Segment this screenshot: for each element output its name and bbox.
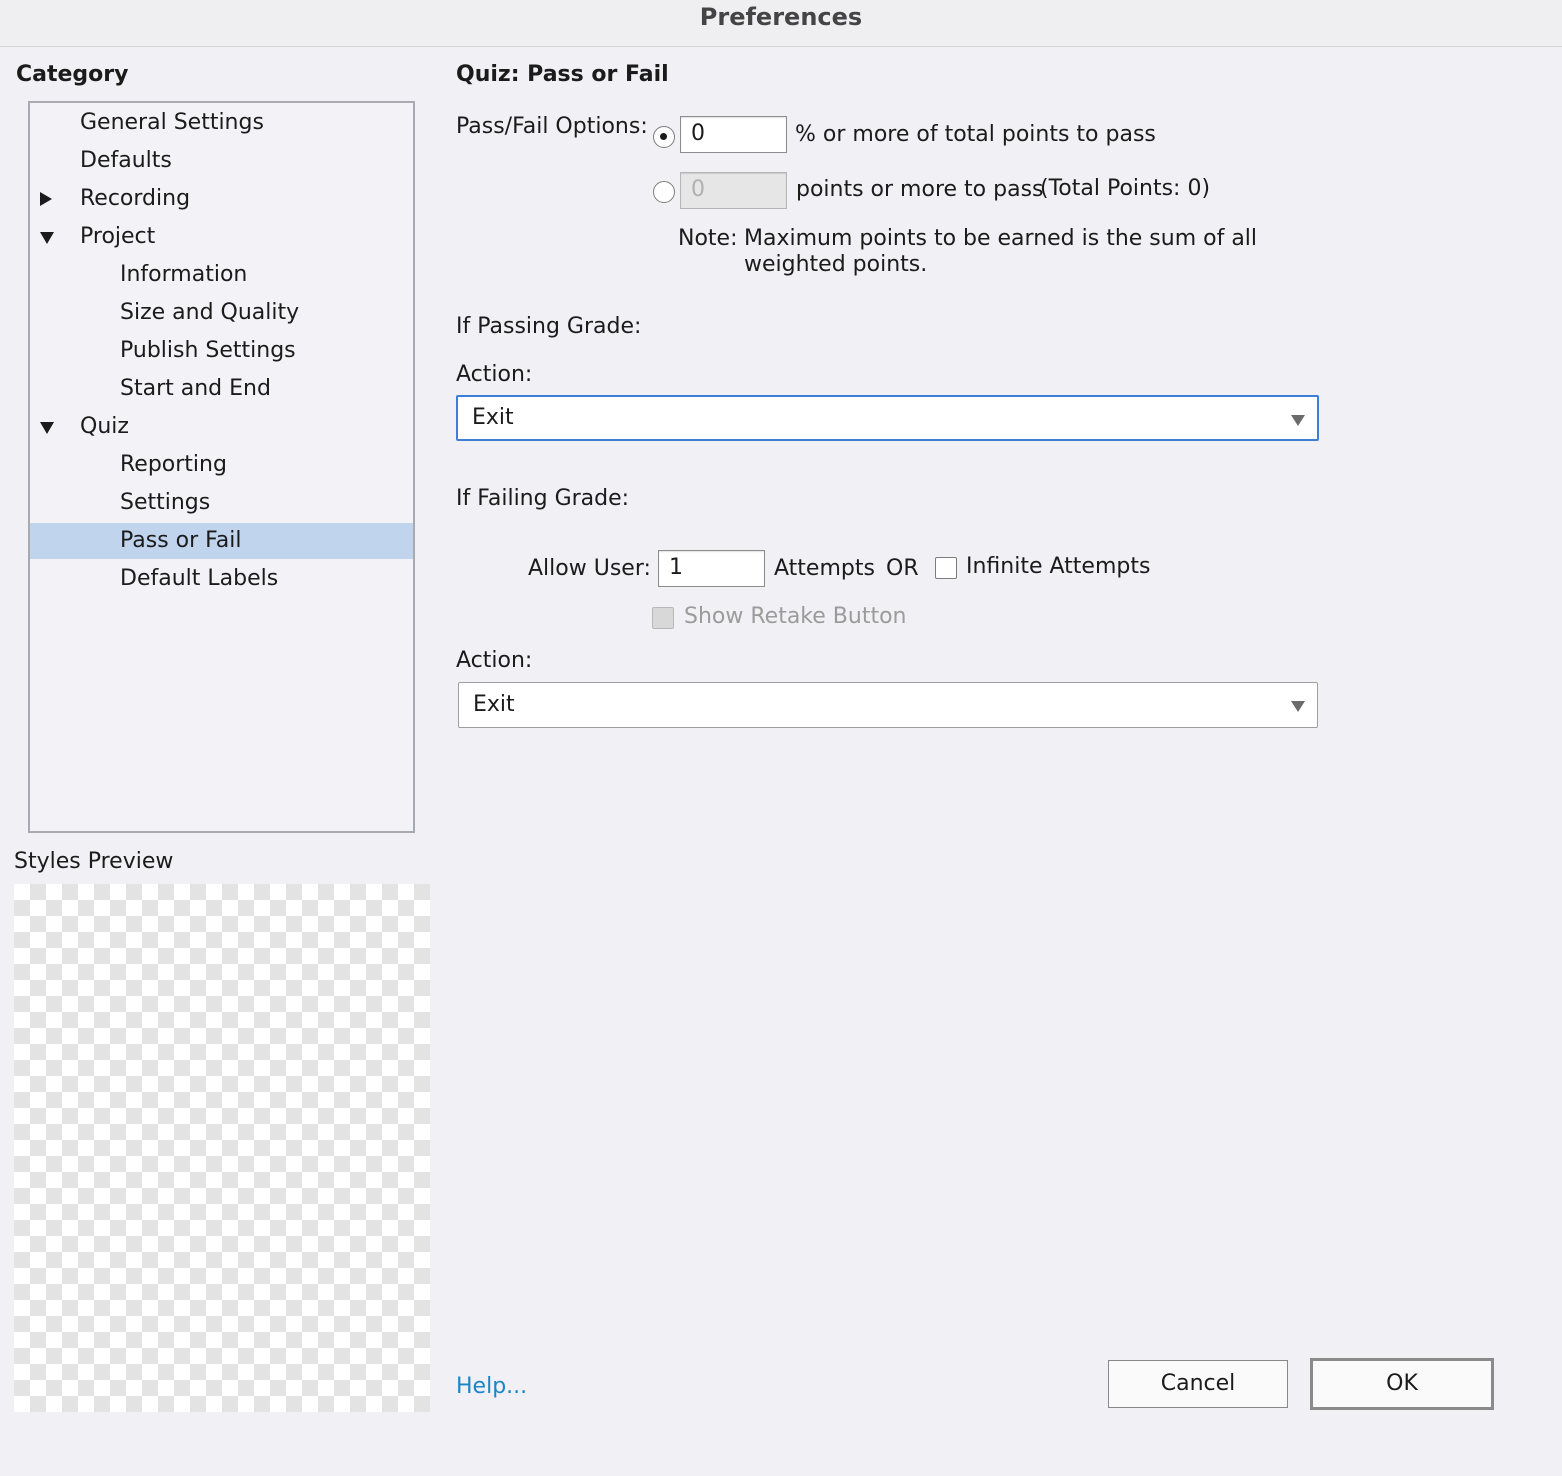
window-title: Preferences	[699, 3, 863, 31]
tree-item-quiz[interactable]: Quiz	[30, 409, 413, 445]
tree-item-publish-settings[interactable]: Publish Settings	[30, 333, 413, 369]
expand-arrow-icon[interactable]	[40, 192, 52, 206]
infinite-attempts-checkbox[interactable]	[935, 557, 957, 579]
infinite-attempts-label: Infinite Attempts	[966, 554, 1151, 579]
percent-option-label: % or more of total points to pass	[795, 122, 1156, 147]
collapse-arrow-icon[interactable]	[40, 422, 54, 434]
points-option-radio[interactable]	[653, 181, 675, 203]
failing-action-select[interactable]: Exit	[458, 682, 1318, 728]
help-link[interactable]: Help...	[456, 1374, 527, 1399]
tree-item-default-labels[interactable]: Default Labels	[30, 561, 413, 597]
category-heading: Category	[16, 62, 129, 87]
tree-item-label: Default Labels	[120, 566, 279, 591]
tree-item-label: Settings	[120, 490, 211, 515]
total-points-label: (Total Points: 0)	[1040, 176, 1211, 201]
tree-item-label: Defaults	[80, 148, 172, 173]
passing-action-value: Exit	[472, 405, 514, 430]
tree-item-label: Pass or Fail	[120, 528, 242, 553]
tree-item-label: Size and Quality	[120, 300, 300, 325]
attempts-input[interactable]: 1	[658, 550, 765, 587]
tree-item-label: Reporting	[120, 452, 227, 477]
tree-item-label: Start and End	[120, 376, 271, 401]
attempts-label: Attempts	[774, 556, 875, 581]
note-text-line2: weighted points.	[744, 252, 928, 277]
styles-preview-label: Styles Preview	[14, 849, 174, 874]
failing-action-value: Exit	[473, 692, 515, 717]
tree-item-defaults[interactable]: Defaults	[30, 143, 413, 179]
page-title: Quiz: Pass or Fail	[456, 62, 669, 87]
tree-item-label: Publish Settings	[120, 338, 296, 363]
passing-action-select[interactable]: Exit	[456, 395, 1319, 441]
passing-grade-heading: If Passing Grade:	[456, 314, 642, 339]
points-input[interactable]: 0	[680, 172, 787, 209]
tree-item-recording[interactable]: Recording	[30, 181, 413, 217]
category-tree[interactable]: General Settings Defaults Recording Proj…	[28, 101, 415, 833]
note-label: Note:	[678, 226, 738, 251]
show-retake-button-checkbox[interactable]	[652, 607, 674, 629]
failing-action-label: Action:	[456, 648, 533, 673]
tree-item-label: General Settings	[80, 110, 264, 135]
percent-option-radio[interactable]	[653, 126, 675, 148]
tree-item-project[interactable]: Project	[30, 219, 413, 255]
tree-item-reporting[interactable]: Reporting	[30, 447, 413, 483]
tree-item-settings[interactable]: Settings	[30, 485, 413, 521]
tree-item-information[interactable]: Information	[30, 257, 413, 293]
allow-user-label: Allow User:	[528, 556, 651, 581]
tree-item-label: Recording	[80, 186, 191, 211]
title-bar: Preferences	[0, 0, 1562, 47]
passing-action-label: Action:	[456, 362, 533, 387]
dropdown-arrow-icon	[1291, 415, 1305, 426]
tree-item-start-and-end[interactable]: Start and End	[30, 371, 413, 407]
collapse-arrow-icon[interactable]	[40, 232, 54, 244]
points-option-label: points or more to pass	[796, 177, 1044, 202]
cancel-button[interactable]: Cancel	[1108, 1360, 1288, 1408]
tree-item-general-settings[interactable]: General Settings	[30, 105, 413, 141]
ok-button[interactable]: OK	[1310, 1358, 1494, 1410]
tree-item-label: Project	[80, 224, 156, 249]
show-retake-button-label: Show Retake Button	[684, 604, 907, 629]
or-label: OR	[886, 556, 919, 581]
dropdown-arrow-icon	[1291, 701, 1305, 712]
tree-item-label: Quiz	[80, 414, 129, 439]
tree-item-pass-or-fail[interactable]: Pass or Fail	[30, 523, 413, 559]
tree-item-label: Information	[120, 262, 248, 287]
percent-input[interactable]: 0	[680, 116, 787, 153]
failing-grade-heading: If Failing Grade:	[456, 486, 630, 511]
note-text-line1: Maximum points to be earned is the sum o…	[744, 226, 1258, 251]
pass-fail-options-label: Pass/Fail Options:	[456, 114, 648, 139]
tree-item-size-and-quality[interactable]: Size and Quality	[30, 295, 413, 331]
styles-preview-canvas	[14, 884, 430, 1412]
